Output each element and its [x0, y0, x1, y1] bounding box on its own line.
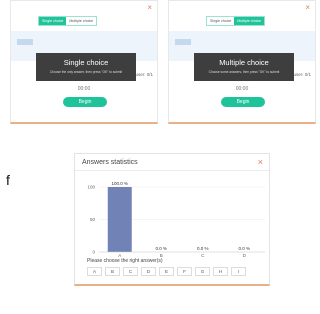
x-tick-label: D: [243, 253, 247, 258]
close-icon[interactable]: ×: [305, 4, 310, 12]
placeholder-pill: [17, 39, 33, 45]
answer-options: ABCDEFGHI: [87, 267, 246, 276]
answer-option-c[interactable]: C: [123, 267, 138, 276]
begin-button[interactable]: Begin: [63, 97, 107, 107]
answer-option-a[interactable]: A: [87, 267, 102, 276]
answer-option-d[interactable]: D: [141, 267, 156, 276]
answer-option-b[interactable]: B: [105, 267, 120, 276]
answer-option-h[interactable]: H: [213, 267, 228, 276]
answers-statistics-dialog: Answers statistics × 0 50 100 100.0 % A 0.0 %…: [74, 153, 270, 286]
timer: 00:00: [77, 86, 91, 92]
answers-bar-chart: 050100100.0 %A0.0 %B0.0 %C0.0 %D: [87, 181, 265, 258]
close-icon[interactable]: ×: [147, 4, 152, 12]
mode-tooltip: Multiple choice Choose some answers, the…: [194, 53, 294, 81]
user-count: user: 0/1: [293, 72, 311, 77]
choice-mode-toggle: Single choice Multiple choice: [206, 16, 266, 26]
data-label: 100.0 %: [111, 181, 128, 186]
single-choice-tab[interactable]: Single choice: [207, 17, 234, 25]
x-tick-label: C: [201, 253, 205, 258]
single-choice-panel: × Single choice Multiple choice user: 0/…: [10, 0, 158, 124]
bar-a: [107, 187, 132, 252]
begin-button[interactable]: Begin: [221, 97, 265, 107]
mode-tooltip-title: Single choice: [63, 58, 109, 67]
side-letter: f: [6, 172, 10, 188]
mode-tooltip-description: Choose the only answer, then press "OK" …: [49, 70, 123, 74]
y-tick-label: 50: [90, 217, 96, 222]
timer: 00:00: [235, 86, 249, 92]
answer-option-f[interactable]: F: [177, 267, 192, 276]
mode-tooltip-title: Multiple choice: [219, 58, 269, 67]
data-label: 0.0 %: [197, 246, 209, 251]
placeholder-pill: [175, 39, 191, 45]
data-label: 0.0 %: [238, 246, 250, 251]
answer-option-e[interactable]: E: [159, 267, 174, 276]
multiple-choice-tab[interactable]: Multiple choice: [66, 17, 96, 25]
y-tick-label: 100: [87, 185, 95, 190]
data-label: 0.0 %: [155, 246, 167, 251]
answer-option-g[interactable]: G: [195, 267, 210, 276]
user-count: user: 0/1: [135, 72, 153, 77]
multiple-choice-panel: × Single choice Multiple choice user: 0/…: [168, 0, 316, 124]
answer-option-i[interactable]: I: [231, 267, 246, 276]
mode-tooltip-description: Choose some answers, then press "OK" to …: [208, 70, 280, 74]
multiple-choice-tab[interactable]: Multiple choice: [234, 17, 265, 25]
answer-prompt: Please choose the right answer(s): [87, 258, 163, 264]
mode-tooltip: Single choice Choose the only answer, th…: [36, 53, 136, 81]
y-tick-label: 0: [92, 250, 95, 255]
single-choice-tab[interactable]: Single choice: [39, 17, 67, 25]
choice-mode-toggle: Single choice Multiple choice: [38, 16, 98, 26]
